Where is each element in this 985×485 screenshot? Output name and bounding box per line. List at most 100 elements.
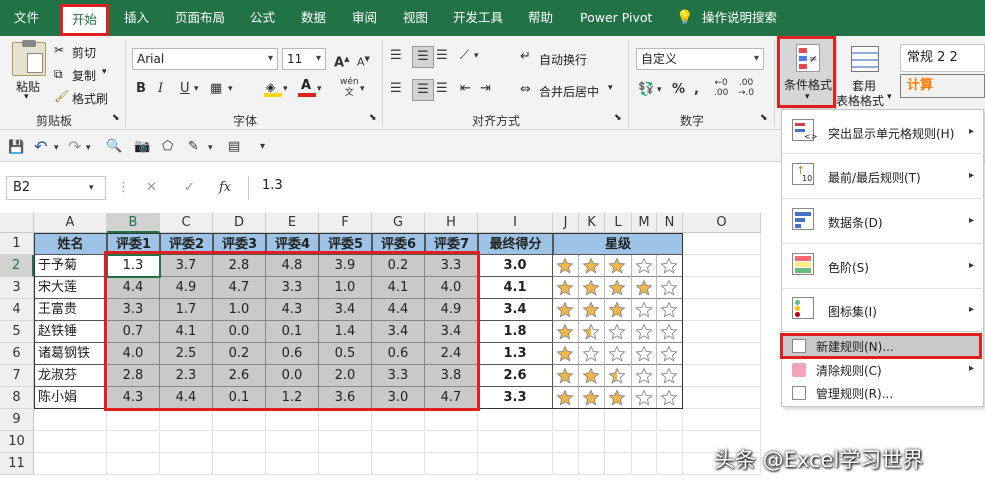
tab-formulas[interactable]: 公式 bbox=[250, 0, 275, 36]
header-cell[interactable]: 评委4 bbox=[266, 233, 319, 255]
grid-cell[interactable] bbox=[579, 409, 605, 431]
grid-cell[interactable] bbox=[553, 409, 579, 431]
star-rating-cell[interactable] bbox=[657, 321, 683, 343]
score-cell[interactable]: 3.9 bbox=[319, 255, 372, 277]
row-header-10[interactable]: 10 bbox=[0, 431, 34, 453]
final-score-cell[interactable]: 3.4 bbox=[478, 299, 553, 321]
grid-cell[interactable] bbox=[657, 453, 683, 475]
active-cell[interactable]: 1.3 bbox=[107, 255, 160, 277]
grid-cell[interactable] bbox=[683, 277, 761, 299]
tab-file[interactable]: 文件 bbox=[14, 0, 39, 36]
score-cell[interactable]: 0.5 bbox=[319, 343, 372, 365]
column-header-a[interactable]: A bbox=[34, 213, 107, 233]
shape-icon[interactable]: ⬠ bbox=[162, 137, 173, 157]
select-all-corner[interactable] bbox=[0, 213, 34, 233]
row-header-7[interactable]: 7 bbox=[0, 365, 34, 387]
score-cell[interactable]: 0.2 bbox=[213, 343, 266, 365]
tab-view[interactable]: 视图 bbox=[403, 0, 428, 36]
menu-item-manage-rules[interactable]: 管理规则(R)... bbox=[782, 382, 982, 404]
cut-icon[interactable]: ✂ bbox=[54, 43, 64, 57]
grid-cell[interactable] bbox=[579, 431, 605, 453]
score-cell[interactable]: 0.0 bbox=[213, 321, 266, 343]
score-cell[interactable]: 2.5 bbox=[160, 343, 213, 365]
score-cell[interactable]: 0.0 bbox=[266, 365, 319, 387]
tab-page-layout[interactable]: 页面布局 bbox=[175, 0, 225, 36]
grid-cell[interactable] bbox=[107, 409, 160, 431]
copy-dropdown-icon[interactable]: ▾ bbox=[102, 67, 107, 77]
italic-button[interactable]: I bbox=[158, 79, 163, 99]
tell-me-search[interactable]: 操作说明搜索 bbox=[702, 0, 777, 36]
grid-cell[interactable] bbox=[605, 409, 632, 431]
score-cell[interactable]: 4.4 bbox=[372, 299, 425, 321]
format-painter-button[interactable]: 格式刷 bbox=[72, 90, 108, 107]
grid-cell[interactable] bbox=[319, 453, 372, 475]
column-header-d[interactable]: D bbox=[213, 213, 266, 233]
score-cell[interactable]: 2.4 bbox=[425, 343, 478, 365]
star-rating-cell[interactable] bbox=[553, 365, 579, 387]
grid-cell[interactable] bbox=[683, 233, 761, 255]
format-painter-icon[interactable]: 🖌 bbox=[54, 89, 69, 103]
column-header-o[interactable]: O bbox=[683, 213, 761, 233]
row-header-5[interactable]: 5 bbox=[0, 321, 34, 343]
font-color-dropdown-icon[interactable]: ▾ bbox=[317, 79, 322, 99]
grid-cell[interactable] bbox=[683, 343, 761, 365]
final-score-cell[interactable]: 3.3 bbox=[478, 387, 553, 409]
grid-cell[interactable] bbox=[319, 409, 372, 431]
final-score-cell[interactable]: 1.3 bbox=[478, 343, 553, 365]
star-rating-cell[interactable] bbox=[605, 277, 632, 299]
decrease-decimal-icon[interactable]: .00 →.0 bbox=[738, 78, 754, 98]
grid-cell[interactable] bbox=[605, 431, 632, 453]
menu-item-new-rule[interactable]: 新建规则(N)... bbox=[782, 336, 982, 356]
orientation-icon[interactable]: ⟋ bbox=[460, 46, 469, 66]
score-cell[interactable]: 4.7 bbox=[425, 387, 478, 409]
grid-cell[interactable] bbox=[425, 431, 478, 453]
star-rating-cell[interactable] bbox=[579, 343, 605, 365]
star-rating-cell[interactable] bbox=[605, 387, 632, 409]
star-rating-cell[interactable] bbox=[657, 387, 683, 409]
number-launcher-icon[interactable]: ⬊ bbox=[760, 113, 768, 123]
insert-function-icon[interactable]: fx bbox=[219, 178, 231, 198]
grid-cell[interactable] bbox=[657, 431, 683, 453]
star-rating-cell[interactable] bbox=[605, 365, 632, 387]
grid-cell[interactable] bbox=[213, 431, 266, 453]
score-cell[interactable]: 3.6 bbox=[319, 387, 372, 409]
borders-icon[interactable]: ▦ bbox=[210, 79, 222, 99]
column-header-m[interactable]: M bbox=[632, 213, 657, 233]
font-launcher-icon[interactable]: ⬊ bbox=[369, 113, 377, 123]
grid-cell[interactable] bbox=[683, 321, 761, 343]
grid-cell[interactable] bbox=[107, 453, 160, 475]
comma-style-button[interactable]: , bbox=[694, 80, 699, 100]
column-header-b[interactable]: B bbox=[107, 213, 160, 233]
column-header-l[interactable]: L bbox=[605, 213, 632, 233]
star-rating-cell[interactable] bbox=[657, 299, 683, 321]
grid-cell[interactable] bbox=[266, 453, 319, 475]
score-cell[interactable]: 3.3 bbox=[372, 365, 425, 387]
final-score-cell[interactable]: 4.1 bbox=[478, 277, 553, 299]
grid-cell[interactable] bbox=[657, 409, 683, 431]
header-cell[interactable]: 评委2 bbox=[160, 233, 213, 255]
grid-cell[interactable] bbox=[34, 431, 107, 453]
grid-cell[interactable] bbox=[553, 453, 579, 475]
header-cell[interactable]: 姓名 bbox=[34, 233, 107, 255]
align-middle-icon[interactable]: ☰ bbox=[412, 46, 434, 68]
merge-center-icon[interactable]: ⇔ bbox=[520, 80, 531, 100]
grid-cell[interactable] bbox=[632, 409, 657, 431]
name-cell[interactable]: 诸葛钢铁 bbox=[34, 343, 107, 365]
score-cell[interactable]: 3.3 bbox=[107, 299, 160, 321]
align-right-icon[interactable]: ☰ bbox=[436, 79, 448, 99]
score-cell[interactable]: 2.0 bbox=[319, 365, 372, 387]
alignment-launcher-icon[interactable]: ⬊ bbox=[614, 113, 622, 123]
borders-dropdown-icon[interactable]: ▾ bbox=[228, 79, 233, 99]
grid-cell[interactable] bbox=[160, 409, 213, 431]
redo-icon[interactable]: ↷ bbox=[68, 137, 81, 157]
star-rating-cell[interactable] bbox=[632, 255, 657, 277]
star-rating-cell[interactable] bbox=[579, 387, 605, 409]
fill-color-icon[interactable]: ◈ bbox=[264, 80, 282, 97]
grid-cell[interactable] bbox=[160, 453, 213, 475]
copy-button[interactable]: 复制 bbox=[72, 67, 96, 84]
score-cell[interactable]: 3.0 bbox=[372, 387, 425, 409]
grid-cell[interactable] bbox=[266, 409, 319, 431]
row-header-1[interactable]: 1 bbox=[0, 233, 34, 255]
star-rating-cell[interactable] bbox=[579, 321, 605, 343]
grid-cell[interactable] bbox=[553, 431, 579, 453]
